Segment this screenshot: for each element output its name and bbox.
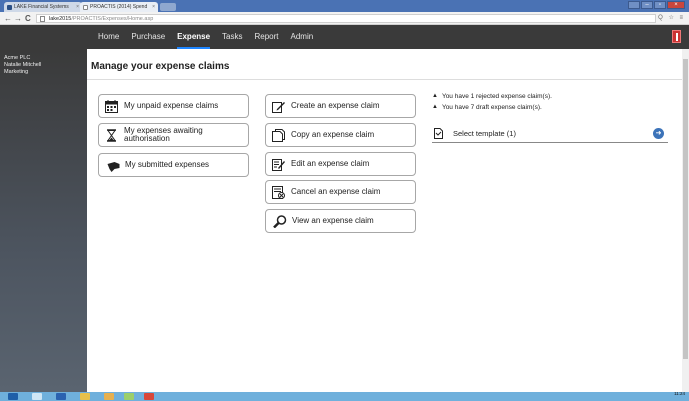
main-menu: Home Purchase Expense Tasks Report Admin <box>98 25 325 49</box>
view-claim-button[interactable]: View an expense claim <box>265 209 416 233</box>
nav-purchase[interactable]: Purchase <box>131 25 165 49</box>
system-clock[interactable]: 11:24 <box>674 391 685 397</box>
view-claim-label: View an expense claim <box>292 216 374 225</box>
browser-menu-icons[interactable]: Q ☆ ≡ <box>658 14 685 21</box>
tab-close-icon[interactable]: × <box>152 4 155 10</box>
minimize-button[interactable]: – <box>641 1 653 9</box>
cancel-claim-button[interactable]: Cancel an expense claim <box>265 180 416 204</box>
select-template-label: Select template (1) <box>453 129 516 138</box>
new-tab-button[interactable] <box>160 3 176 11</box>
server-manager-icon[interactable] <box>32 393 42 400</box>
browser-tab-1-label: LAKE Financial Systems <box>14 4 69 10</box>
view-icon <box>273 214 287 228</box>
window-controls: – ▫ × <box>628 1 685 9</box>
create-claim-button[interactable]: Create an expense claim <box>265 94 416 118</box>
edit-icon <box>272 158 285 171</box>
calendar-icon <box>105 99 118 113</box>
hourglass-icon <box>107 128 116 142</box>
tab-close-icon[interactable]: × <box>76 4 79 10</box>
address-bar: ← → C lake2015/PROACTIS/Expenses/Home.as… <box>0 12 689 25</box>
page-icon <box>40 16 45 22</box>
unpaid-claims-button[interactable]: My unpaid expense claims <box>98 94 249 118</box>
copy-claim-button[interactable]: Copy an expense claim <box>265 123 416 147</box>
notice-rejected-text: You have 1 rejected expense claim(s). <box>441 93 552 100</box>
pinned-app-icon[interactable] <box>124 393 134 400</box>
page-scrollbar[interactable] <box>682 49 689 392</box>
reload-button[interactable]: C <box>25 14 31 23</box>
browser-tab-bar: LAKE Financial Systems × PROACTIS (2014)… <box>0 0 689 12</box>
awaiting-authorisation-button[interactable]: My expenses awaiting authorisation <box>98 123 249 147</box>
powershell-icon[interactable] <box>56 393 66 400</box>
company-name: Acme PLC <box>4 55 31 61</box>
browser-tab-1[interactable]: LAKE Financial Systems × <box>4 2 82 12</box>
notice-rejected: ▲ You have 1 rejected expense claim(s). <box>432 91 552 102</box>
page-title: Manage your expense claims <box>91 61 230 72</box>
forward-button[interactable]: → <box>14 14 22 23</box>
favicon-icon <box>7 5 12 10</box>
browser-tab-2-label: PROACTIS (2014) Spend <box>90 4 148 10</box>
copy-icon <box>272 128 285 142</box>
department-name: Marketing <box>4 69 29 75</box>
create-claim-label: Create an expense claim <box>291 101 380 110</box>
browser-tab-2[interactable]: PROACTIS (2014) Spend × <box>80 2 158 12</box>
template-icon <box>434 128 443 139</box>
close-window-button[interactable]: × <box>667 1 685 9</box>
pinned-app-icon[interactable] <box>104 393 114 400</box>
cancel-claim-label: Cancel an expense claim <box>291 187 381 196</box>
notice-draft-text: You have 7 draft expense claim(s). <box>441 104 542 111</box>
copy-claim-label: Copy an expense claim <box>291 130 375 139</box>
edit-claim-button[interactable]: Edit an expense claim <box>265 152 416 176</box>
arrow-right-icon[interactable]: ➜ <box>653 128 664 139</box>
url-host: lake2015 <box>49 16 72 22</box>
chrome-icon[interactable] <box>144 393 154 400</box>
clock-time: 11:24 <box>674 391 685 396</box>
divider <box>87 79 682 80</box>
back-button[interactable]: ← <box>4 14 12 23</box>
submitted-expenses-label: My submitted expenses <box>125 160 210 169</box>
url-path: /PROACTIS/Expenses/Home.asp <box>71 16 154 22</box>
cancel-icon <box>272 185 285 199</box>
unpaid-claims-label: My unpaid expense claims <box>124 101 219 110</box>
select-template-row[interactable]: Select template (1) ➜ <box>432 125 668 143</box>
maximize-button[interactable]: ▫ <box>654 1 666 9</box>
notice-arrow-icon: ▲ <box>432 104 438 110</box>
logout-icon[interactable] <box>672 30 681 43</box>
edit-claim-label: Edit an expense claim <box>291 159 370 168</box>
awaiting-authorisation-label: My expenses awaiting authorisation <box>124 126 203 143</box>
user-icon[interactable] <box>628 1 640 9</box>
url-input[interactable]: lake2015/PROACTIS/Expenses/Home.asp <box>36 14 656 23</box>
hand-icon <box>107 161 120 172</box>
main-content: Manage your expense claims My unpaid exp… <box>87 49 682 392</box>
submitted-expenses-button[interactable]: My submitted expenses <box>98 153 249 177</box>
file-explorer-icon[interactable] <box>80 393 90 400</box>
sidebar: Acme PLC Natalie Mitchell Marketing <box>0 49 87 392</box>
nav-tasks[interactable]: Tasks <box>222 25 242 49</box>
start-icon[interactable] <box>8 393 18 400</box>
notice-draft: ▲ You have 7 draft expense claim(s). <box>432 102 552 113</box>
favicon-icon <box>83 5 88 10</box>
nav-expense[interactable]: Expense <box>177 25 210 49</box>
nav-home[interactable]: Home <box>98 25 119 49</box>
nav-report[interactable]: Report <box>255 25 279 49</box>
notices: ▲ You have 1 rejected expense claim(s). … <box>432 91 552 113</box>
create-icon <box>272 101 285 113</box>
app-nav-bar: Home Purchase Expense Tasks Report Admin <box>0 25 689 49</box>
windows-taskbar: 11:24 <box>0 391 689 401</box>
user-name: Natalie Mitchell <box>4 62 42 68</box>
nav-admin[interactable]: Admin <box>291 25 314 49</box>
scrollbar-thumb[interactable] <box>683 59 688 359</box>
notice-arrow-icon: ▲ <box>432 93 438 99</box>
